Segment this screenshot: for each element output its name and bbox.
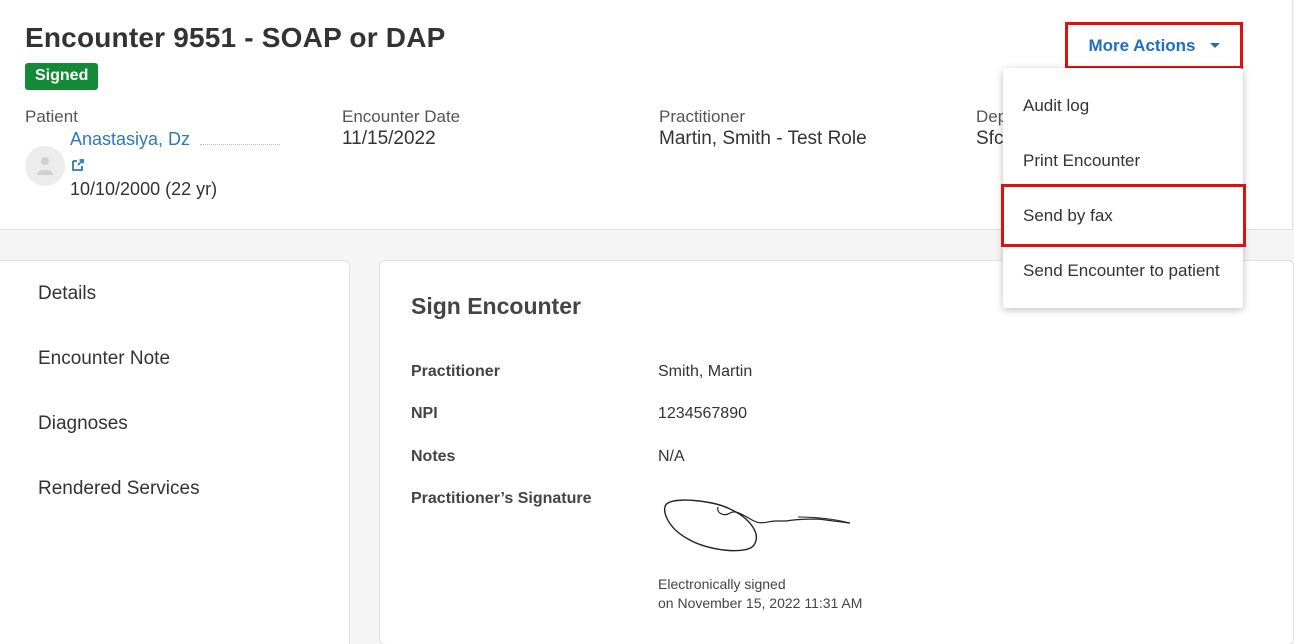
patient-label: Patient [25,107,78,126]
practitioner-value: Martin, Smith - Test Role [659,128,867,149]
status-badge: Signed [25,63,99,90]
encounter-date-label: Encounter Date [342,107,461,126]
sidebar-item-encounter-note[interactable]: Encounter Note [38,348,170,370]
person-icon [37,157,53,175]
page-title: Encounter 9551 - SOAP or DAP [25,22,446,53]
notes-row-value: N/A [658,448,685,465]
caret-down-icon [1209,43,1220,48]
patient-dob: 10/10/2000 (22 yr) [70,179,218,199]
more-actions-menu: Audit log Print Encounter Send by fax Se… [1003,68,1243,308]
encounter-date-value: 11/15/2022 [342,128,436,149]
sidebar: Details Encounter Note Diagnoses Rendere… [0,260,350,644]
more-actions-button[interactable]: More Actions [1065,22,1243,69]
notes-row-label: Notes [411,448,456,465]
npi-row-label: NPI [411,405,438,422]
practitioner-row-value: Smith, Martin [658,363,753,380]
avatar [25,146,65,186]
department-value: Sfc [976,128,1004,149]
npi-row-value: 1234567890 [658,405,747,422]
esign-line-2: on November 15, 2022 11:31 AM [658,595,863,611]
signature-row-label: Practitioner’s Signature [411,490,592,507]
patient-name-link[interactable]: Anastasiya, Dz [70,129,190,150]
more-actions-label: More Actions [1088,35,1196,55]
external-link-icon[interactable] [71,158,85,172]
esign-line-1: Electronically signed [658,576,786,592]
signature-image [663,499,851,552]
sidebar-item-details[interactable]: Details [38,283,96,305]
practitioner-label: Practitioner [659,107,745,126]
menu-item-send-by-fax[interactable]: Send by fax [1003,188,1243,243]
practitioner-row-label: Practitioner [411,363,500,380]
menu-item-audit-log[interactable]: Audit log [1003,78,1243,133]
section-title: Sign Encounter [411,293,581,319]
sidebar-item-diagnoses[interactable]: Diagnoses [38,413,128,435]
menu-item-print-encounter[interactable]: Print Encounter [1003,133,1243,188]
sign-encounter-card: Sign Encounter Practitioner Smith, Marti… [379,260,1294,644]
divider [200,144,280,145]
menu-item-send-encounter-to-patient[interactable]: Send Encounter to patient [1003,243,1243,298]
sidebar-item-rendered-services[interactable]: Rendered Services [38,478,200,500]
